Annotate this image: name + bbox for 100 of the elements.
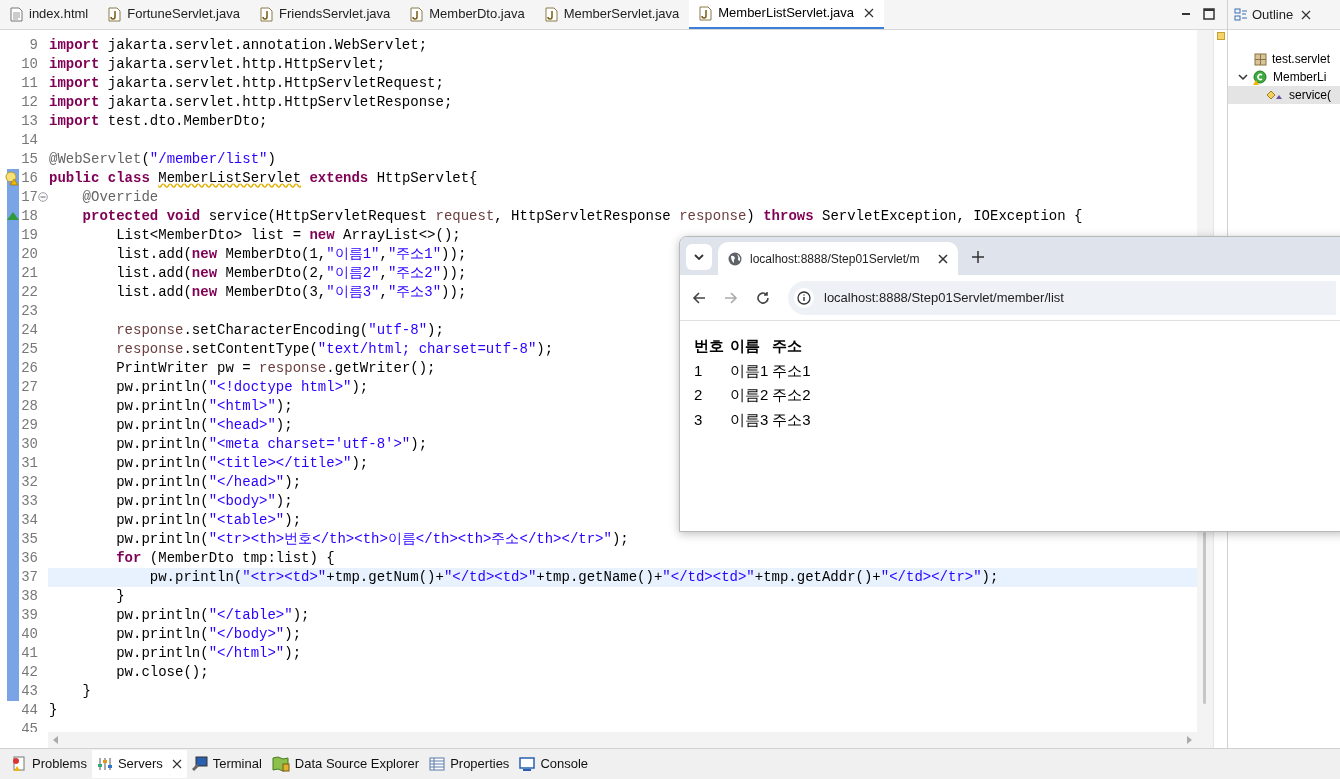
line-number: 14 [21,131,38,150]
code-line: protected void service(HttpServletRequest request, HttpServletResponse response) throws ServletException, IOException { [81,207,1083,226]
maximize-icon[interactable] [1203,8,1215,20]
line-number: 38 [21,587,38,606]
code-line: public class MemberListServlet extends HttpServlet{ [48,169,478,188]
code-line: pw.println("<tr><th>번호</th><th>이름</th><th>주소</th></tr>"); [115,530,629,549]
code-line: for (MemberDto tmp:list) { [115,549,335,568]
close-icon[interactable] [938,253,948,264]
line-number: 30 [21,435,38,454]
outline-item[interactable]: MemberLi [1228,68,1340,86]
table-cell-text: 이름2 [730,385,770,405]
problems-icon [11,756,27,772]
column-header: 번호 [694,336,725,356]
code-line: pw.println("<html>"); [115,397,293,416]
line-number: 18 [21,207,38,226]
bottom-tab[interactable]: Properties [424,750,515,778]
close-icon[interactable] [864,8,875,18]
code-line: import jakarta.servlet.annotation.WebServlet; [48,36,428,55]
line-number: 11 [21,74,38,93]
new-tab-icon[interactable] [972,251,984,263]
line-number: 37 [21,568,38,587]
caret-icon [694,254,704,260]
scrollbar-thumb[interactable] [1203,532,1206,704]
editor-tab[interactable]: FriendsServlet.java [250,0,401,29]
table-cell-text: 이름3 [730,409,770,430]
overview-marker[interactable] [1217,32,1225,40]
line-number: 34 [21,511,38,530]
line-number: 25 [21,340,38,359]
line-number: 24 [21,321,38,340]
java-file-icon [108,6,122,22]
java-file-icon [699,5,713,21]
code-line: import jakarta.servlet.http.HttpServletResponse; [48,93,453,112]
bottom-tab[interactable]: Terminal [186,750,267,778]
table-cell-text: 1 [694,360,704,381]
tab-title: localhost:8888/Step01Servlet/m [750,250,921,268]
bottom-tab[interactable]: Console [514,750,594,778]
reload-icon[interactable] [756,290,770,305]
editor-tab[interactable]: index.html [0,0,99,29]
terminal-icon [191,756,208,772]
code-line: import jakarta.servlet.http.HttpServlet; [48,55,386,74]
code-line: import test.dto.MemberDto; [48,112,268,131]
outline-icon [1234,7,1248,22]
line-number: 39 [21,606,38,625]
code-line: } [81,682,91,701]
line-number: 41 [21,644,38,663]
close-icon[interactable] [1301,9,1312,20]
code-line: } [48,701,58,720]
code-line: pw.println("</head>"); [115,473,302,492]
code-line: pw.println("<!doctype html>"); [115,378,369,397]
tab-list-button[interactable] [686,244,712,270]
fold-icon[interactable] [38,192,48,202]
editor-tab[interactable]: MemberDto.java [400,0,535,29]
code-line: pw.println("</html>"); [115,644,302,663]
line-number: 13 [21,112,38,131]
editor-tab[interactable]: FortuneServlet.java [98,0,250,29]
table-cell-text: 2 [694,385,704,405]
address-bar[interactable]: localhost:8888/Step01Servlet/member/list [788,280,1336,315]
code-line: @Override [81,188,159,207]
monitor-icon [519,756,536,772]
back-icon[interactable] [692,290,706,305]
file-icon [10,6,23,22]
line-number: 27 [21,378,38,397]
table-cell-text: 주소1 [772,360,812,381]
code-line: list.add(new MemberDto(1,"이름1","주소1")); [115,245,467,264]
close-icon[interactable] [171,759,182,769]
line-number: 33 [21,492,38,511]
browser-tab[interactable]: localhost:8888/Step01Servlet/m [718,242,958,275]
line-number: 26 [21,359,38,378]
line-number: 32 [21,473,38,492]
line-number: 20 [21,245,38,264]
editor-tab[interactable]: MemberServlet.java [534,0,690,29]
line-number: 23 [21,302,38,321]
bottom-tab[interactable]: Servers [91,750,187,778]
line-number: 31 [21,454,38,473]
line-number: 35 [21,530,38,549]
line-number: 42 [21,663,38,682]
code-line: import jakarta.servlet.http.HttpServletRequest; [48,74,444,93]
outline-item[interactable]: test.servlet [1228,50,1340,68]
line-number: 12 [21,93,38,112]
class-icon [1253,69,1268,85]
bottom-tab[interactable]: Data Source Explorer [266,750,425,778]
code-line: @WebServlet("/member/list") [48,150,276,169]
line-number: 29 [21,416,38,435]
info-icon[interactable] [794,287,814,308]
bottom-tab[interactable]: Problems [6,750,92,778]
code-line: list.add(new MemberDto(3,"이름3","주소3")); [115,283,467,302]
code-line: pw.println("<title></title>"); [115,454,369,473]
chevron-down-icon[interactable] [1238,72,1248,82]
outline-item[interactable]: service( [1228,86,1340,104]
line-number: 43 [21,682,38,701]
table-cell-text: 주소2 [772,385,812,405]
code-line: pw.println("<table>"); [115,511,302,530]
editor-tab[interactable]: MemberListServlet.java [689,0,885,29]
line-number: 19 [21,226,38,245]
code-line: pw.println("<body>"); [115,492,293,511]
java-file-icon [544,6,558,22]
code-line: response.setCharacterEncoding("utf-8"); [115,321,444,340]
method-icon [1266,90,1284,100]
line-number: 28 [21,397,38,416]
line-number: 17 [21,188,38,207]
